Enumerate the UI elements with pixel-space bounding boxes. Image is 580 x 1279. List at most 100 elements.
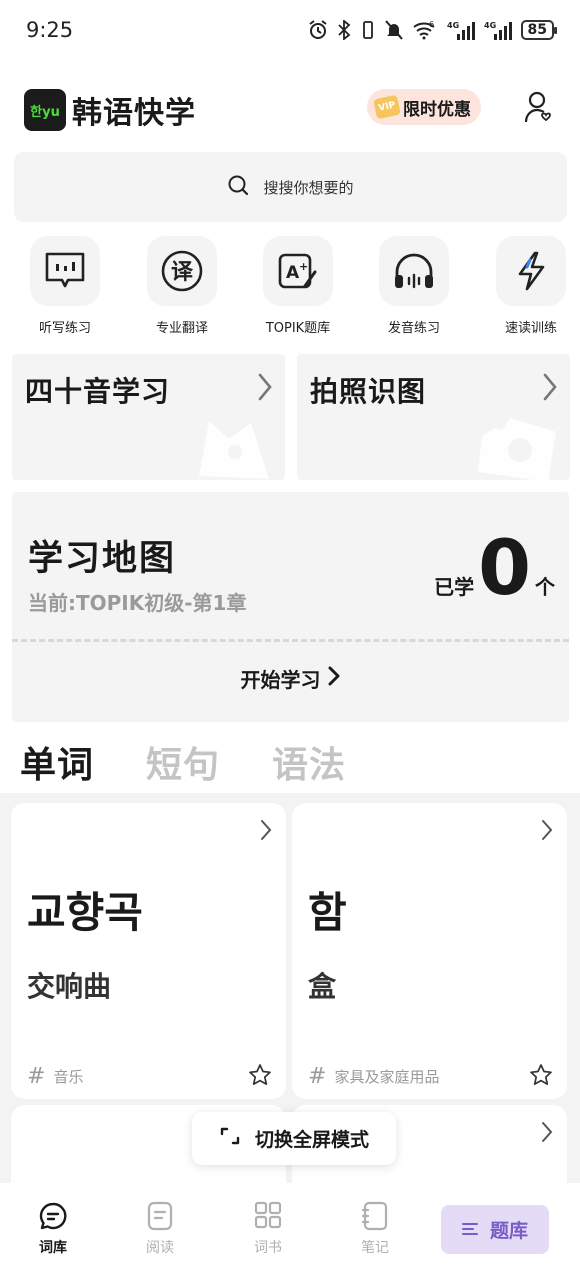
mute-bell-icon [384,20,403,40]
word-card[interactable]: 함 盒 # 家具及家庭用品 [292,803,567,1099]
camera-decoration-icon [474,406,564,480]
status-icons: 6 4G 4G 85 [308,20,558,40]
learned-unit: 个 [535,575,555,599]
hash-icon: # [27,1064,46,1089]
notebook-icon [335,1201,415,1231]
svg-text:4G: 4G [484,21,496,30]
svg-text:译: 译 [171,260,194,285]
nav-label: 笔记 [361,1240,389,1256]
translate-icon: 译 [147,236,217,306]
star-icon[interactable] [248,1063,272,1091]
fullscreen-icon [219,1125,241,1152]
svg-text:A: A [286,263,300,283]
learned-label: 已学 [434,575,475,599]
feature-title: 四十音学习 [25,375,171,408]
quiz-bank-button[interactable]: 题库 [441,1205,549,1254]
bottom-navigation: 词库 阅读 词书 笔记 题库 [0,1183,580,1279]
search-placeholder: 搜搜你想要的 [263,178,354,197]
word-korean: 함 [308,888,347,937]
star-icon[interactable] [529,1063,553,1091]
learned-count-value: 0 [478,523,531,612]
quiz-bank-label: 题库 [489,1220,528,1242]
tool-label: 速读训练 [504,321,557,336]
tab-sentences[interactable]: 短句 [146,736,220,788]
headphones-icon [379,236,449,306]
user-profile-icon[interactable] [524,90,554,128]
word-chinese: 交响曲 [27,970,112,1003]
start-learning-label: 开始学习 [240,668,321,692]
signal-icon-1: 4G [447,20,475,40]
tool-label: TOPIK题库 [265,321,331,336]
bluetooth-icon [337,20,351,40]
fullscreen-label: 切换全屏模式 [254,1129,369,1151]
dashed-divider [12,639,569,642]
nav-item-vocabulary[interactable]: 词库 [13,1201,93,1257]
study-map-card: 学习地图 当前:TOPIK初级-第1章 已学 0 个 开始学习 [12,492,569,722]
search-bar[interactable]: 搜搜你想要的 [14,152,567,222]
nav-item-notes[interactable]: 笔记 [335,1201,415,1257]
battery-indicator: 85 [520,20,558,40]
lightning-icon [496,236,566,306]
chevron-right-icon [541,1121,553,1147]
tab-grammar[interactable]: 语法 [272,736,346,788]
word-korean: 교향곡 [27,888,143,937]
word-tag-label: 音乐 [53,1068,84,1086]
chevron-right-icon [541,819,553,845]
chat-bubble-icon [13,1201,93,1231]
alarm-icon [308,20,328,40]
study-map-current: 当前:TOPIK初级-第1章 [28,591,247,615]
tool-label: 听写练习 [38,321,91,336]
tab-words[interactable]: 单词 [20,736,107,788]
promo-label: 限时优惠 [403,99,471,120]
status-time: 9:25 [26,18,74,42]
tool-speed-reading[interactable]: 速读训练 [476,236,580,336]
word-chinese: 盒 [308,970,337,1003]
search-icon [227,174,249,200]
wifi-icon: 6 [412,20,438,40]
learned-count: 已学 0 个 [434,530,555,606]
grid-icon [228,1201,308,1231]
svg-text:6: 6 [429,20,434,29]
hash-icon: # [308,1064,327,1089]
tool-label: 专业翻译 [155,321,208,336]
nav-item-reading[interactable]: 阅读 [120,1201,200,1257]
nav-item-wordbooks[interactable]: 词书 [228,1201,308,1257]
word-tag-label: 家具及家庭用品 [334,1068,440,1086]
vibrate-icon [360,20,376,40]
nav-label: 词书 [254,1240,282,1256]
promo-button[interactable]: VIP 限时优惠 [367,89,481,125]
tool-topik[interactable]: A + TOPIK题库 [243,236,353,336]
document-icon [120,1201,200,1231]
svg-text:4G: 4G [447,21,459,30]
word-card[interactable]: 교향곡 交响曲 # 音乐 [11,803,286,1099]
cat-decoration-icon [189,406,279,480]
app-title: 韩语快学 [72,96,196,131]
chevron-right-icon [260,819,272,845]
nav-label: 阅读 [146,1240,174,1256]
study-map-title: 学习地图 [28,539,177,579]
signal-icon-2: 4G [484,20,512,40]
svg-text:+: + [299,260,308,273]
start-learning-button[interactable]: 开始学习 [12,664,569,693]
word-tag: # 家具及家庭用品 [308,1064,439,1089]
nav-label: 词库 [39,1240,67,1256]
tool-label: 发音练习 [387,321,440,336]
content-tabs: 单词 短句 语法 [20,736,346,788]
feature-card-forty-sounds[interactable]: 四十音学习 [12,354,285,480]
topik-icon: A + [263,236,333,306]
status-bar: 9:25 6 4G 4G 85 [0,0,580,60]
tool-dictation[interactable]: 听写练习 [10,236,120,336]
tool-translate[interactable]: 译 专业翻译 [127,236,237,336]
feature-title: 拍照识图 [310,375,427,408]
fullscreen-toggle-button[interactable]: 切换全屏模式 [192,1112,396,1165]
tool-shortcuts: 听写练习 译 专业翻译 A + TOPIK题库 发音练习 速读训练 [0,236,580,336]
chevron-right-icon [542,372,558,406]
vip-ticket-icon: VIP [373,94,401,120]
dictation-icon [30,236,100,306]
app-logo: 한yu [24,89,66,131]
tool-pronunciation[interactable]: 发音练习 [359,236,469,336]
feature-card-photo-recognition[interactable]: 拍照识图 [297,354,570,480]
chevron-right-icon [327,665,341,692]
chevron-right-icon [257,372,273,406]
word-tag: # 音乐 [27,1064,83,1089]
